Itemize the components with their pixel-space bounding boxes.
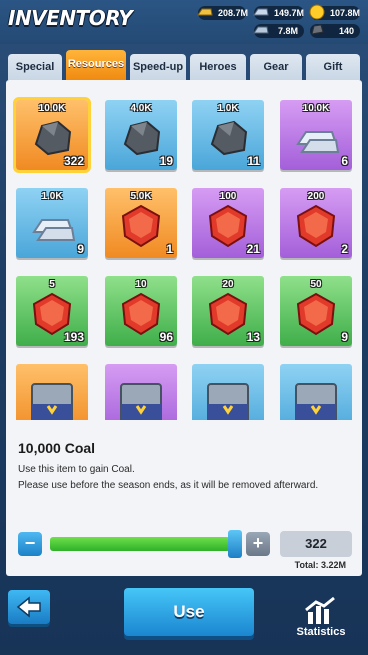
resource-steel[interactable]: 7.8M — [253, 24, 304, 38]
item-count: 6 — [341, 154, 348, 168]
item-count: 21 — [246, 242, 260, 256]
resource-coin[interactable]: 107.8M — [309, 4, 361, 20]
chest-icon — [295, 383, 337, 420]
back-arrow-icon — [16, 596, 41, 618]
quantity-input[interactable]: 322 — [280, 531, 352, 557]
item-amount: 5.0K — [130, 191, 152, 202]
steel-bar-icon — [253, 26, 269, 34]
ruby-icon — [296, 204, 336, 248]
category-tabs: Special Resources Speed-up Heroes Gear G… — [8, 50, 360, 80]
item-description-line: Please use before the season ends, as it… — [18, 480, 319, 491]
chest-icon — [31, 383, 73, 420]
tab-special[interactable]: Special — [8, 54, 62, 80]
resource-ore[interactable]: 140 — [310, 24, 360, 38]
item-count: 19 — [159, 154, 173, 168]
resource-value: 208.7M — [218, 8, 249, 18]
item-amount: 100 — [219, 191, 237, 202]
item-count: 11 — [247, 154, 260, 168]
decrease-button[interactable]: − — [18, 532, 42, 556]
item-count: 13 — [246, 330, 260, 344]
item-count: 96 — [159, 330, 173, 344]
statistics-icon — [305, 596, 335, 624]
ruby-icon — [208, 204, 248, 248]
statistics-label: Statistics — [296, 626, 346, 638]
ruby-icon — [121, 292, 161, 336]
ruby-icon — [296, 292, 336, 336]
resource-value: 107.8M — [330, 8, 361, 18]
inventory-item[interactable] — [105, 364, 177, 420]
item-count: 1 — [166, 242, 173, 256]
resource-iron[interactable]: 149.7M — [253, 6, 305, 20]
inventory-item[interactable]: 1.0K 11 — [192, 100, 264, 170]
inventory-item[interactable]: 5.0K 1 — [105, 188, 177, 258]
item-amount: 4.0K — [130, 103, 152, 114]
item-amount: 10.0K — [302, 103, 330, 114]
tab-resources[interactable]: Resources — [66, 50, 126, 80]
coin-icon — [309, 4, 325, 20]
tab-speed-up[interactable]: Speed-up — [130, 54, 186, 80]
inventory-panel: 10.0K 322 4.0K 19 1.0K 11 10.0K 6 1.0K 9 5.0K 1 100 2… — [6, 80, 362, 576]
item-amount: 10 — [135, 279, 147, 290]
slider-handle[interactable] — [228, 530, 242, 558]
item-amount: 200 — [307, 191, 325, 202]
total-amount: Total: 3.22M — [294, 560, 346, 570]
inventory-item[interactable]: 10.0K 6 — [280, 100, 352, 170]
iron-ingot-icon — [253, 8, 269, 16]
resource-value: 7.8M — [277, 26, 298, 36]
item-amount: 5 — [49, 279, 55, 290]
inventory-item[interactable] — [280, 364, 352, 420]
item-description: Use this item to gain Coal. Please use b… — [18, 462, 338, 494]
resource-value: 140 — [338, 26, 354, 36]
top-bar: INVENTORY 208.7M 149.7M 107.8M 7.8M 140 — [0, 0, 368, 44]
inventory-item[interactable]: 1.0K 9 — [16, 188, 88, 258]
page-title: INVENTORY — [8, 6, 133, 30]
inventory-item[interactable]: 50 9 — [280, 276, 352, 346]
inventory-item[interactable]: 100 21 — [192, 188, 264, 258]
iron-ingot-icon — [32, 219, 76, 241]
inventory-item[interactable]: 10.0K 322 — [13, 97, 91, 173]
item-description-line: Use this item to gain Coal. — [18, 464, 135, 475]
resource-value: 149.7M — [274, 8, 305, 18]
item-count: 322 — [63, 154, 84, 168]
ruby-icon — [208, 292, 248, 336]
quantity-slider[interactable] — [50, 537, 230, 551]
chest-icon — [120, 383, 162, 420]
item-count: 9 — [77, 242, 84, 256]
item-amount: 1.0K — [41, 191, 63, 202]
inventory-item[interactable] — [16, 364, 88, 420]
tab-gear[interactable]: Gear — [250, 54, 302, 80]
coal-icon — [123, 120, 161, 156]
item-name: 10,000 Coal — [18, 440, 96, 456]
item-amount: 20 — [222, 279, 234, 290]
resource-gold[interactable]: 208.7M — [197, 6, 249, 20]
tab-heroes[interactable]: Heroes — [190, 54, 246, 80]
item-grid: 10.0K 322 4.0K 19 1.0K 11 10.0K 6 1.0K 9 5.0K 1 100 2… — [6, 80, 362, 420]
iron-ingot-icon — [296, 131, 340, 153]
item-amount: 10.0K — [38, 103, 66, 114]
statistics-button[interactable]: Statistics — [286, 596, 356, 644]
item-count: 9 — [341, 330, 348, 344]
back-button[interactable] — [8, 590, 50, 624]
ore-icon — [311, 24, 324, 35]
tab-gift[interactable]: Gift — [306, 54, 360, 80]
inventory-item[interactable]: 5 193 — [16, 276, 88, 346]
item-count: 2 — [341, 242, 348, 256]
increase-button[interactable]: + — [246, 532, 270, 556]
item-amount: 50 — [310, 279, 322, 290]
use-button[interactable]: Use — [124, 588, 254, 636]
item-amount: 1.0K — [217, 103, 239, 114]
inventory-item[interactable]: 4.0K 19 — [105, 100, 177, 170]
chest-icon — [207, 383, 249, 420]
ruby-icon — [121, 204, 161, 248]
inventory-item[interactable]: 200 2 — [280, 188, 352, 258]
item-count: 193 — [63, 330, 84, 344]
inventory-item[interactable]: 20 13 — [192, 276, 264, 346]
gold-bar-icon — [197, 8, 213, 16]
inventory-item[interactable]: 10 96 — [105, 276, 177, 346]
inventory-item[interactable] — [192, 364, 264, 420]
coal-icon — [210, 120, 248, 156]
slider-fill — [50, 537, 230, 551]
